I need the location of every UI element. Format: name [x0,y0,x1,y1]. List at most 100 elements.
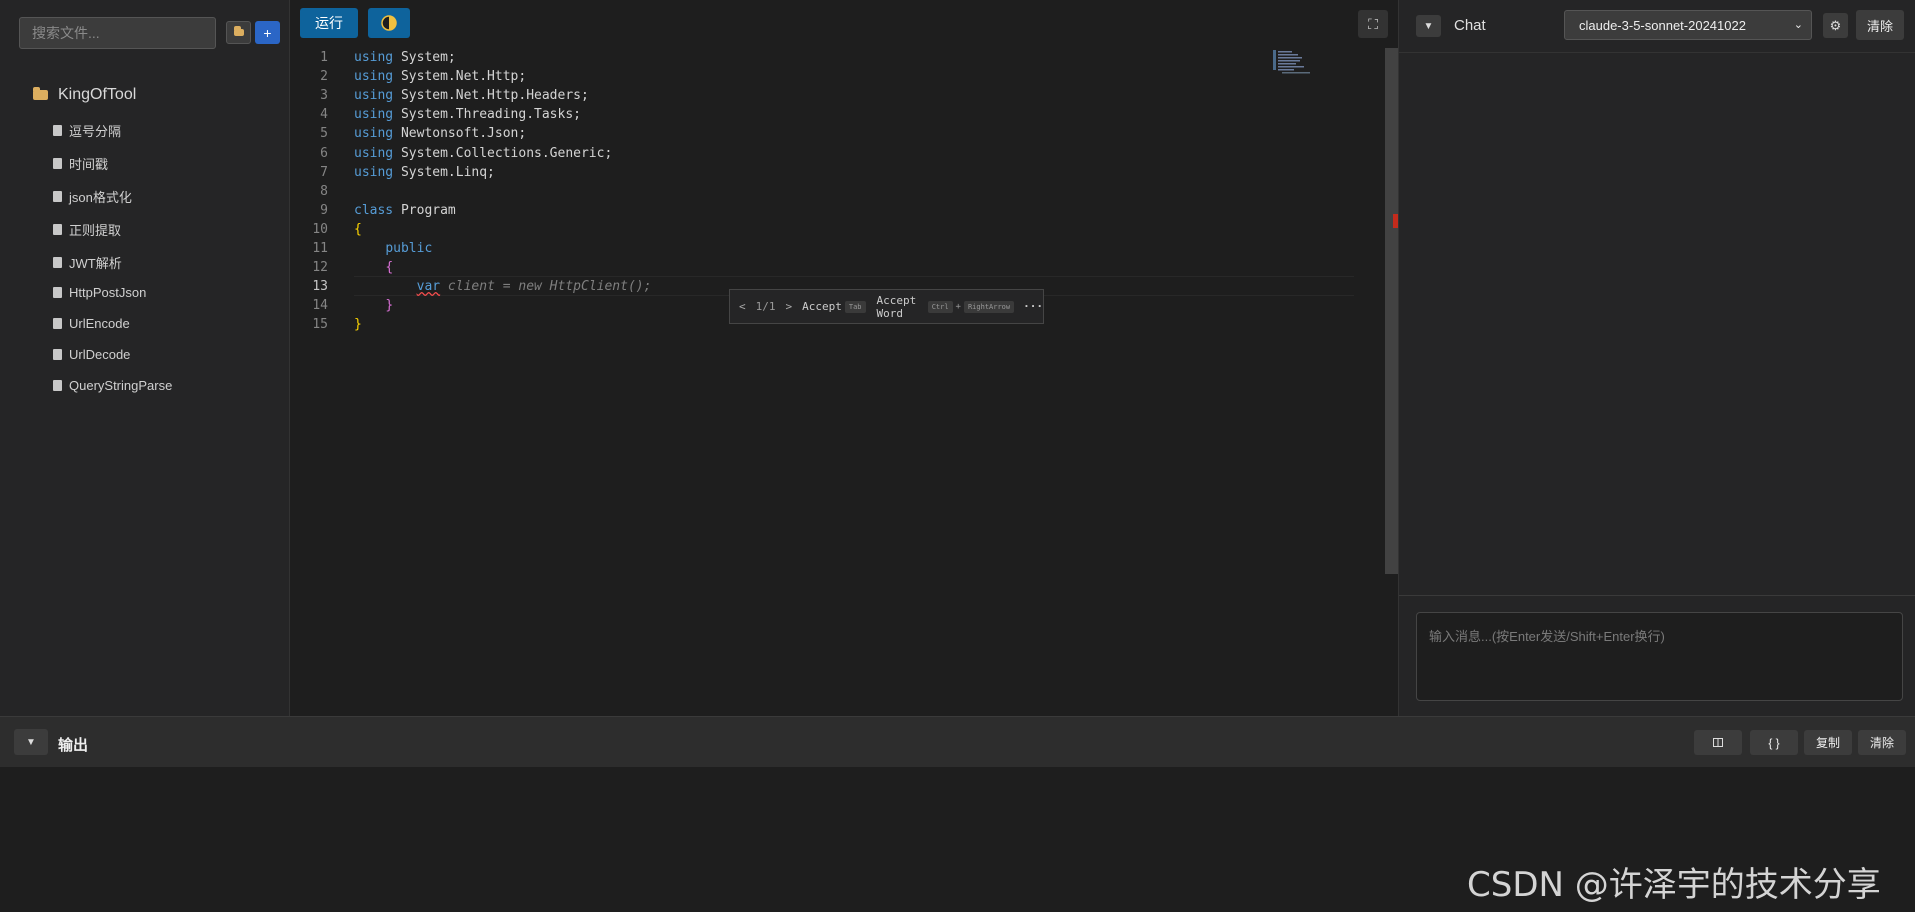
folder-icon [233,26,244,36]
fullscreen-icon: ⛶ [1368,15,1378,32]
file-icon [53,125,62,136]
line-number: 10 [312,221,328,237]
file-label: JWT解析 [69,256,122,271]
sidebar-file-item[interactable]: 逗号分隔 [53,121,121,140]
chat-clear-button[interactable]: 清除 [1856,10,1904,40]
line-text: using System; [354,50,456,65]
theme-toggle-button[interactable] [368,8,410,38]
line-number: 6 [320,145,328,161]
run-button[interactable]: 运行 [300,8,358,38]
line-text: { [385,260,394,276]
file-label: QueryStringParse [69,378,173,393]
file-label: 时间戳 [69,157,109,172]
line-text: class Program [354,202,456,218]
file-label: 正则提取 [69,223,122,238]
line-number: 5 [320,126,328,142]
line-text: var client = new HttpClient(); [416,279,652,295]
line-number: 11 [312,241,328,256]
sidebar-file-item[interactable]: UrlEncode [53,316,130,331]
ctrl-key-hint: Ctrl [927,300,953,313]
more-options-icon[interactable]: ··· [1023,300,1043,313]
add-file-button[interactable]: + [255,21,280,44]
line-number: 2 [320,69,328,85]
file-icon [53,380,62,391]
line-number: 13 [312,279,328,295]
sidebar-file-item[interactable]: JWT解析 [53,253,122,272]
editor-scrollbar[interactable] [1385,48,1398,574]
suggestion-counter: 1/1 [755,300,776,313]
accept-button[interactable]: Accept [802,300,842,313]
line-text: using System.Collections.Generic; [354,145,613,161]
next-suggestion-icon[interactable]: > [786,300,793,313]
line-text: using System.Threading.Tasks; [354,107,581,123]
theme-icon [381,15,397,31]
file-icon [53,257,62,268]
line-number: 9 [320,202,328,218]
rightarrow-key-hint: RightArrow [963,300,1015,313]
fullscreen-button[interactable]: ⛶ [1358,10,1388,38]
format-json-button[interactable]: { } [1750,730,1798,755]
file-icon [53,287,62,298]
line-number: 8 [320,183,328,199]
sidebar-file-item[interactable]: json格式化 [53,187,132,206]
chat-header: ▼ Chat claude-3-5-sonnet-20241022 ⌄ ⚙ 清除 [1399,0,1915,53]
line-number: 1 [320,50,328,65]
file-icon [53,318,62,329]
chevron-down-icon: ⌄ [1793,19,1803,31]
sidebar-file-item[interactable]: 正则提取 [53,220,121,239]
line-text: { [354,221,362,237]
copy-output-button[interactable]: 复制 [1804,730,1852,755]
chat-title: Chat [1454,17,1486,34]
file-icon [53,191,62,202]
tree-folder-root[interactable]: KingOfTool [33,86,136,104]
search-input[interactable] [19,17,216,49]
triangle-down-icon: ▼ [1423,20,1434,32]
code-editor[interactable]: 1 using System; 2 using System.Net.Http; 3 us… [290,48,1382,716]
file-explorer-sidebar: + KingOfTool 逗号分隔时间戳 json格式化正则提取 JWT解析 Http… [0,0,290,716]
output-collapse-button[interactable]: ▼ [14,729,48,755]
split-view-button[interactable] [1694,730,1742,755]
chat-panel: ▼ Chat claude-3-5-sonnet-20241022 ⌄ ⚙ 清除 [1398,0,1915,716]
chat-settings-button[interactable]: ⚙ [1823,13,1848,38]
tab-key-hint: Tab [844,300,866,313]
chat-collapse-button[interactable]: ▼ [1416,15,1441,37]
file-label: 逗号分隔 [69,124,122,139]
file-label: UrlEncode [69,316,130,331]
model-selected-value: claude-3-5-sonnet-20241022 [1579,17,1746,33]
line-number: 15 [312,317,328,333]
line-text: using System.Linq; [354,164,495,180]
split-view-icon [1713,738,1723,747]
sidebar-file-item[interactable]: HttpPostJson [53,285,146,300]
folder-label: KingOfTool [58,86,137,103]
chat-divider [1399,595,1915,596]
line-number: 3 [320,88,328,104]
line-text: } [354,317,362,333]
folder-open-icon [33,87,48,100]
gear-icon: ⚙ [1829,17,1842,33]
inline-suggestion-toolbar: < 1/1 > Accept Tab Accept Word Ctrl + Ri… [729,289,1044,324]
line-text: using Newtonsoft.Json; [354,126,527,142]
output-header: ▼ 输出 { } 复制 清除 [0,716,1915,767]
line-number: 4 [320,107,328,123]
plus-sign: + [955,301,961,312]
line-number: 7 [320,164,328,180]
file-label: HttpPostJson [69,285,147,300]
accept-word-button[interactable]: Accept Word [877,294,925,320]
file-label: json格式化 [69,190,132,205]
chat-message-input[interactable] [1416,612,1903,701]
line-number: 14 [312,298,328,314]
open-folder-button[interactable] [226,21,251,44]
sidebar-file-item[interactable]: UrlDecode [53,347,130,362]
file-icon [53,224,62,235]
prev-suggestion-icon[interactable]: < [739,300,746,313]
model-select[interactable]: claude-3-5-sonnet-20241022 ⌄ [1564,10,1812,40]
file-label: UrlDecode [69,347,131,362]
minimap[interactable] [1273,50,1313,76]
file-icon [53,158,62,169]
line-text: public [385,241,433,256]
sidebar-file-item[interactable]: 时间戳 [53,154,108,173]
sidebar-file-item[interactable]: QueryStringParse [53,378,172,393]
clear-output-button[interactable]: 清除 [1858,730,1906,755]
triangle-down-icon: ▼ [26,736,36,748]
editor-toolbar: 运行 ⛶ [290,0,1398,46]
